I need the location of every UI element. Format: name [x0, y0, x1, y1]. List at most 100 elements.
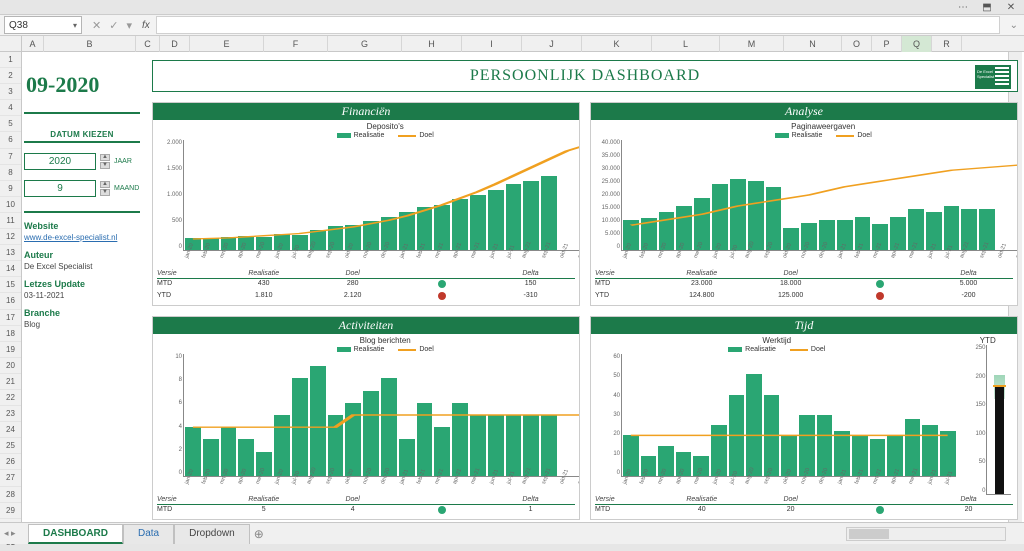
row-header[interactable]: 7	[0, 149, 21, 165]
column-header[interactable]: M	[720, 36, 784, 52]
column-header[interactable]: N	[784, 36, 842, 52]
ytd-chart: 250200150100500	[986, 345, 1011, 495]
select-all-corner[interactable]	[0, 36, 22, 51]
sheet-tab[interactable]: Data	[123, 524, 174, 544]
row-header[interactable]: 24	[0, 422, 21, 438]
column-header[interactable]: D	[160, 36, 190, 52]
chart-legend: RealisatieDoel	[595, 132, 1018, 139]
row-header[interactable]: 21	[0, 374, 21, 390]
row-header[interactable]: 13	[0, 245, 21, 261]
column-header[interactable]: Q	[902, 36, 932, 52]
column-header[interactable]: A	[22, 36, 44, 52]
table-row: MTD541	[157, 505, 575, 517]
row-header[interactable]: 15	[0, 277, 21, 293]
bar-chart: 6050403020100	[621, 354, 956, 477]
row-header[interactable]: 25	[0, 438, 21, 454]
row-header[interactable]: 28	[0, 487, 21, 503]
row-header[interactable]: 18	[0, 326, 21, 342]
row-header[interactable]: 11	[0, 213, 21, 229]
row-headers: 1234567891011121314151617181920212223242…	[0, 52, 22, 522]
table-row: YTD1.8102.120-310	[157, 291, 575, 303]
sidebar-meta-value: 03-11-2021	[24, 291, 140, 300]
row-header[interactable]: 3	[0, 84, 21, 100]
add-sheet-button[interactable]: ⊕	[250, 527, 268, 541]
formula-accept-icon[interactable]: ✓	[109, 19, 118, 32]
column-header[interactable]: L	[652, 36, 720, 52]
row-header[interactable]: 2	[0, 68, 21, 84]
column-header[interactable]: B	[44, 36, 136, 52]
website-link[interactable]: www.de-excel-specialist.nl	[24, 233, 140, 242]
formula-dropdown-icon[interactable]: ▾	[126, 19, 132, 32]
row-header[interactable]: 29	[0, 503, 21, 519]
year-spinner[interactable]: ▲▼	[100, 154, 110, 169]
sidebar-meta-label: Auteur	[24, 250, 140, 260]
chart-subtitle: Paginaweergaven	[595, 122, 1018, 131]
status-dot-icon	[876, 280, 884, 288]
column-header[interactable]: H	[402, 36, 462, 52]
chart-subtitle: Deposito's	[157, 122, 580, 131]
row-header[interactable]: 20	[0, 358, 21, 374]
column-header[interactable]: P	[872, 36, 902, 52]
panel-summary-table: VersieRealisatieDoelDeltaMTD541	[153, 495, 579, 519]
column-header[interactable]: F	[264, 36, 328, 52]
row-header[interactable]: 23	[0, 406, 21, 422]
column-header[interactable]: E	[190, 36, 264, 52]
column-header[interactable]: J	[522, 36, 582, 52]
formula-expand-icon[interactable]: ⌄	[1004, 20, 1024, 31]
row-header[interactable]: 6	[0, 132, 21, 148]
chevron-down-icon[interactable]: ▾	[73, 21, 77, 30]
panel-header: Analyse	[591, 103, 1017, 120]
column-header[interactable]: R	[932, 36, 962, 52]
row-header[interactable]: 12	[0, 229, 21, 245]
sheet-tab[interactable]: Dropdown	[174, 524, 250, 544]
row-header[interactable]: 9	[0, 181, 21, 197]
close-icon[interactable]: ✕	[1002, 2, 1020, 13]
worksheet-grid[interactable]: 1234567891011121314151617181920212223242…	[0, 52, 1024, 522]
row-header[interactable]: 8	[0, 165, 21, 181]
row-header[interactable]: 16	[0, 293, 21, 309]
row-header[interactable]: 4	[0, 100, 21, 116]
column-header[interactable]: K	[582, 36, 652, 52]
row-header[interactable]: 19	[0, 342, 21, 358]
row-header[interactable]: 14	[0, 261, 21, 277]
year-input[interactable]: 2020	[24, 153, 96, 170]
formula-cancel-icon[interactable]: ✕	[92, 19, 101, 32]
horizontal-scrollbar[interactable]	[846, 527, 1006, 541]
panel-header: Financiën	[153, 103, 579, 120]
chart-subtitle: Werktijd	[595, 336, 958, 345]
panel-header: Activiteiten	[153, 317, 579, 334]
ribbon-display-icon[interactable]: ⬒	[978, 2, 996, 13]
dashboard-period: 09-2020	[24, 60, 140, 114]
fx-icon[interactable]: fx	[142, 20, 150, 31]
status-dot-icon	[438, 280, 446, 288]
column-header[interactable]: C	[136, 36, 160, 52]
panel-activiteiten: ActiviteitenBlog berichtenRealisatieDoel…	[152, 316, 580, 520]
sheet-nav-buttons[interactable]: ◂ ▸	[4, 528, 16, 539]
row-header[interactable]: 26	[0, 454, 21, 470]
year-unit: JAAR	[114, 158, 140, 165]
sheet-tab-bar: ◂ ▸ DASHBOARDDataDropdown ⊕	[0, 522, 1024, 544]
panel-summary-table: VersieRealisatieDoelDeltaMTD23.00018.000…	[591, 269, 1017, 305]
column-header[interactable]: O	[842, 36, 872, 52]
ribbon-options-icon[interactable]: ⋯	[954, 2, 972, 13]
table-row: MTD23.00018.0005.000	[595, 279, 1013, 291]
column-header[interactable]: G	[328, 36, 402, 52]
row-header[interactable]: 27	[0, 470, 21, 486]
formula-input[interactable]	[156, 16, 1000, 34]
row-header[interactable]: 1	[0, 52, 21, 68]
row-header[interactable]: 17	[0, 310, 21, 326]
row-header[interactable]: 10	[0, 197, 21, 213]
status-dot-icon	[876, 506, 884, 514]
chart-legend: RealisatieDoel	[595, 346, 958, 353]
sidebar-meta-label: Branche	[24, 308, 140, 318]
month-spinner[interactable]: ▲▼	[100, 181, 110, 196]
row-header[interactable]: 22	[0, 390, 21, 406]
month-input[interactable]: 9	[24, 180, 96, 197]
panel-tijd: TijdWerktijdRealisatieDoel6050403020100j…	[590, 316, 1018, 520]
name-box[interactable]: Q38 ▾	[4, 16, 82, 34]
date-picker-label: DATUM KIEZEN	[24, 126, 140, 143]
chart-legend: RealisatieDoel	[157, 132, 580, 139]
row-header[interactable]: 5	[0, 116, 21, 132]
sheet-tab[interactable]: DASHBOARD	[28, 524, 123, 544]
column-header[interactable]: I	[462, 36, 522, 52]
